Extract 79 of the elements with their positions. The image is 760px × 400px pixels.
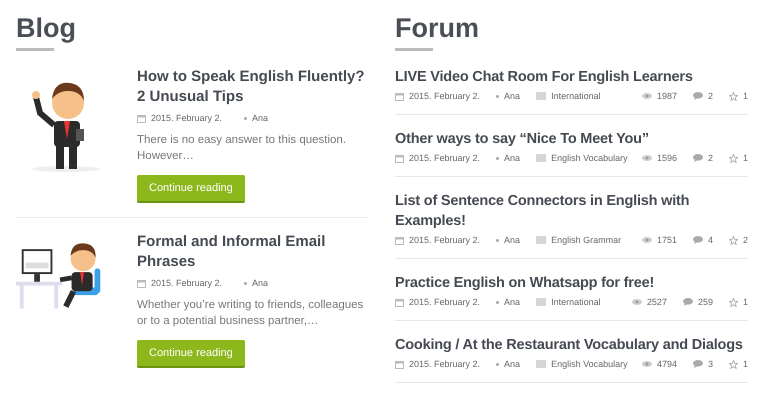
post-author: Ana <box>252 278 268 288</box>
star-icon <box>728 298 738 306</box>
topic-category[interactable]: English Vocabulary <box>551 153 628 163</box>
section-heading: Forum <box>395 12 480 44</box>
calendar-icon <box>395 298 404 306</box>
topic-title[interactable]: Practice English on Whatsapp for free! <box>395 273 748 293</box>
dot-icon <box>496 362 500 366</box>
post-date: 2015. February 2. <box>151 278 222 288</box>
topic-date: 2015. February 2. <box>409 91 480 101</box>
star-icon <box>728 154 738 162</box>
topic-category[interactable]: English Grammar <box>551 235 622 245</box>
eye-icon <box>632 299 642 305</box>
speech-bubble-icon <box>692 236 703 244</box>
topic-title[interactable]: LIVE Video Chat Room For English Learners <box>395 67 748 87</box>
topic-title[interactable]: Other ways to say “Nice To Meet You” <box>395 129 748 149</box>
speech-bubble-icon <box>692 92 703 100</box>
comment-count: 259 <box>698 297 713 307</box>
like-count: 1 <box>742 297 748 307</box>
list-icon <box>536 92 546 100</box>
comment-count: 2 <box>708 91 713 101</box>
list-icon <box>536 236 546 244</box>
post-date: 2015. February 2. <box>151 113 222 123</box>
post-title[interactable]: Formal and Informal Email Phrases <box>137 232 368 272</box>
post-excerpt: Whether you’re writing to friends, colleagues or to a potential business partner,… <box>137 298 364 329</box>
eye-icon <box>642 361 652 367</box>
calendar-icon <box>395 92 404 100</box>
view-count: 1987 <box>656 91 677 101</box>
topic-author: Ana <box>504 91 520 101</box>
speech-bubble-icon <box>692 360 703 368</box>
calendar-icon <box>137 278 146 288</box>
section-heading: Blog <box>16 12 77 44</box>
topic-author: Ana <box>504 359 520 369</box>
dot-icon <box>496 94 500 98</box>
view-count: 4794 <box>656 359 677 369</box>
dot-icon <box>496 156 500 160</box>
list-icon <box>536 154 546 162</box>
eye-icon <box>642 93 652 99</box>
comment-count: 2 <box>708 153 713 163</box>
speech-bubble-icon <box>682 298 693 306</box>
list-icon <box>536 360 546 368</box>
post-title[interactable]: How to Speak English Fluently? 2 Unusual Tips <box>137 67 368 107</box>
topic-date: 2015. February 2. <box>409 153 480 163</box>
star-icon <box>728 92 738 100</box>
topic-date: 2015. February 2. <box>409 235 480 245</box>
post-author: Ana <box>252 113 268 123</box>
dot-icon <box>496 300 500 304</box>
comment-count: 3 <box>708 359 713 369</box>
topic-date: 2015. February 2. <box>409 359 480 369</box>
dot-icon <box>496 238 500 242</box>
topic-author: Ana <box>504 297 520 307</box>
view-count: 1596 <box>656 153 677 163</box>
topic-category[interactable]: International <box>551 91 601 101</box>
topic-author: Ana <box>504 153 520 163</box>
like-count: 1 <box>742 91 748 101</box>
like-count: 2 <box>742 235 748 245</box>
topic-author: Ana <box>504 235 520 245</box>
like-count: 1 <box>742 359 748 369</box>
list-icon <box>536 298 546 306</box>
comment-count: 4 <box>708 235 713 245</box>
calendar-icon <box>395 360 404 368</box>
calendar-icon <box>395 236 404 244</box>
dot-icon <box>244 282 248 284</box>
calendar-icon <box>137 114 146 122</box>
eye-icon <box>642 155 652 161</box>
topic-date: 2015. February 2. <box>409 297 480 307</box>
speech-bubble-icon <box>692 154 703 162</box>
dot-icon <box>244 116 248 120</box>
star-icon <box>728 236 738 244</box>
topic-category[interactable]: English Vocabulary <box>551 359 628 369</box>
topic-title[interactable]: List of Sentence Connectors in English with Examples! <box>395 191 748 231</box>
topic-title[interactable]: Cooking / At the Restaurant Vocabulary and Dialogs <box>395 335 748 355</box>
view-count: 2527 <box>646 297 667 307</box>
eye-icon <box>642 237 652 243</box>
topic-category[interactable]: International <box>551 297 601 307</box>
calendar-icon <box>395 154 404 162</box>
like-count: 1 <box>742 153 748 163</box>
post-excerpt: There is no easy answer to this question. However… <box>137 133 348 164</box>
star-icon <box>728 360 738 368</box>
view-count: 1751 <box>656 235 677 245</box>
